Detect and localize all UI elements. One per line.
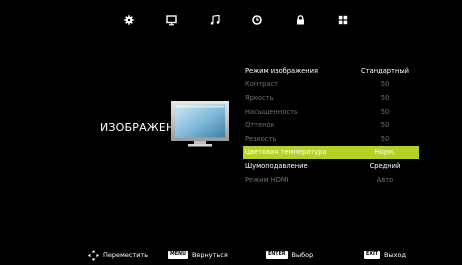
- gear-icon: [124, 15, 134, 25]
- setting-value: 50: [380, 121, 390, 130]
- hint-move: Переместить: [88, 248, 148, 262]
- setting-label: Цветовая температура: [245, 148, 327, 157]
- setting-sharpness[interactable]: Резкость 50: [243, 132, 419, 146]
- navigation-arrows-icon: [88, 249, 99, 261]
- tab-settings[interactable]: [118, 10, 140, 30]
- setting-contrast[interactable]: Контраст 50: [243, 78, 419, 92]
- hint-select-label: Выбор: [291, 251, 314, 259]
- setting-color-temperature[interactable]: Цветовая температура Норм.: [243, 145, 419, 160]
- setting-value: 50: [380, 107, 390, 116]
- tab-apps[interactable]: [332, 10, 354, 30]
- lock-icon: [296, 15, 304, 25]
- hint-exit-label: Выход: [384, 251, 406, 259]
- hint-select: ENTER Выбор: [266, 248, 313, 262]
- setting-value: Средний: [369, 161, 401, 170]
- setting-label: Шумоподавление: [245, 161, 308, 170]
- setting-label: Режим изображения: [245, 66, 319, 75]
- tv-icon: [171, 101, 229, 147]
- picture-settings-list: Режим изображения Стандартный Контраст 5…: [243, 64, 419, 186]
- menu-key-badge: MENU: [168, 251, 188, 259]
- setting-value: 50: [380, 134, 390, 143]
- menu-tab-bar: [118, 10, 354, 30]
- setting-saturation[interactable]: Насыщенность 50: [243, 105, 419, 119]
- setting-label: Резкость: [245, 134, 277, 143]
- enter-key-badge: ENTER: [266, 251, 288, 259]
- setting-hue[interactable]: Оттенок 50: [243, 118, 419, 132]
- setting-value: Норм.: [374, 148, 396, 157]
- music-note-icon: [210, 15, 220, 25]
- tab-time[interactable]: [246, 10, 268, 30]
- setting-value: Стандартный: [361, 66, 409, 75]
- setting-label: Яркость: [245, 93, 274, 102]
- setting-picture-mode[interactable]: Режим изображения Стандартный: [243, 64, 419, 78]
- apps-grid-icon: [338, 15, 348, 25]
- hint-exit: EXIT Выход: [364, 248, 406, 262]
- setting-label: Оттенок: [245, 121, 275, 130]
- setting-value: 50: [380, 93, 390, 102]
- clock-icon: [252, 15, 263, 25]
- hint-back: MENU Вернуться: [168, 248, 228, 262]
- setting-label: Контраст: [245, 80, 279, 89]
- hint-move-label: Переместить: [103, 251, 149, 259]
- setting-value: 50: [380, 80, 390, 89]
- tab-sound[interactable]: [204, 10, 226, 30]
- setting-label: Насыщенность: [245, 107, 298, 116]
- setting-noise-reduction[interactable]: Шумоподавление Средний: [243, 159, 419, 173]
- setting-hdmi-mode[interactable]: Режим HDMI Авто: [243, 173, 419, 187]
- footer-hints: Переместить MENU Вернуться ENTER Выбор E…: [0, 248, 462, 262]
- monitor-icon: [166, 14, 177, 25]
- setting-label: Режим HDMI: [245, 175, 289, 184]
- setting-value: Авто: [376, 175, 394, 184]
- exit-key-badge: EXIT: [364, 251, 381, 259]
- setting-brightness[interactable]: Яркость 50: [243, 91, 419, 105]
- tab-picture[interactable]: [161, 10, 183, 30]
- tab-lock[interactable]: [289, 10, 311, 30]
- hint-back-label: Вернуться: [191, 251, 228, 259]
